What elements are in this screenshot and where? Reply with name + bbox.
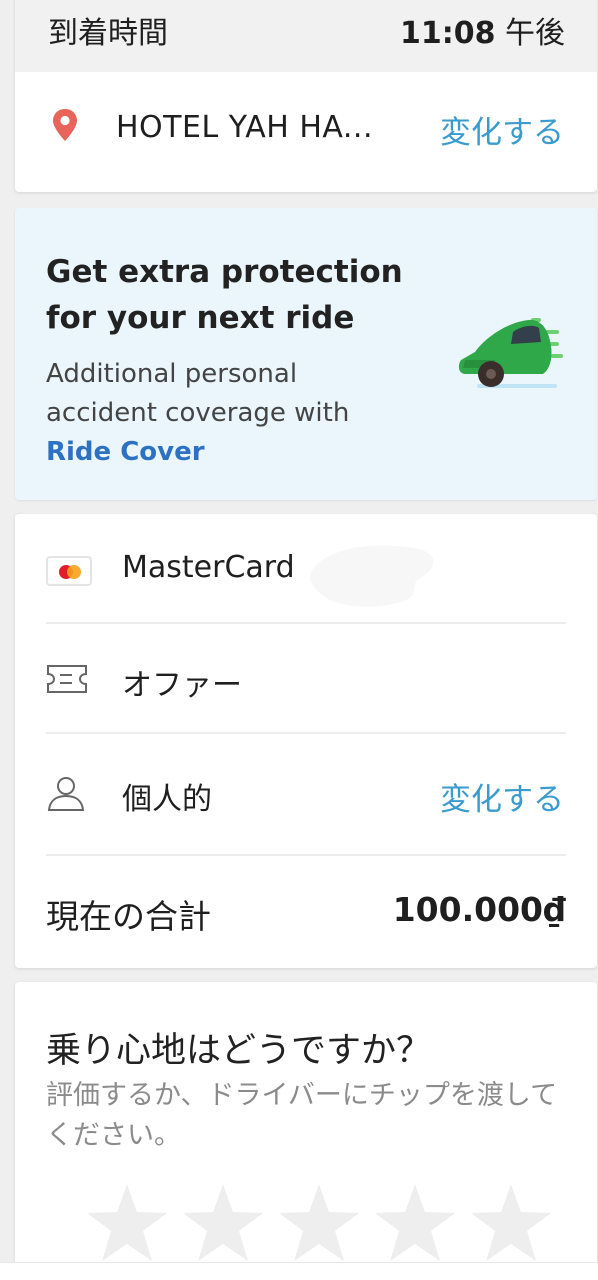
promo-title: Get extra protection for your next ride — [46, 254, 403, 336]
change-profile-button[interactable]: 変化する — [440, 774, 564, 819]
promo-description-text: Additional personal accident coverage wi… — [46, 359, 350, 428]
arrival-time-clock: 11:08 — [399, 16, 496, 51]
star-icon[interactable] — [373, 1182, 457, 1266]
arrival-time-value: 11:08 午後 — [400, 8, 565, 52]
offer-label[interactable]: オファー — [122, 660, 242, 704]
person-icon — [47, 777, 85, 811]
rating-card: 乗り心地はどうですか？ 評価するか、ドライバーにチップを渡してください。 — [15, 982, 597, 1280]
arrival-time-period: 午後 — [505, 16, 565, 51]
current-total-label: 現在の合計 — [46, 897, 211, 936]
star-icon[interactable] — [469, 1182, 553, 1266]
destination-name: HOTEL YAH HA... — [116, 110, 373, 145]
star-icon[interactable] — [277, 1182, 361, 1266]
rating-subtitle: 評価するか、ドライバーにチップを渡してください。 — [46, 1080, 558, 1151]
promo-description: Additional personal accident coverage wi… — [46, 355, 406, 472]
mastercard-icon — [46, 556, 92, 586]
trip-summary-card: 到着時間 11:08 午後 HOTEL YAH HA... 変化する — [15, 0, 597, 192]
ticket-icon — [47, 665, 87, 693]
divider — [46, 622, 566, 624]
location-pin-icon — [53, 109, 77, 141]
star-icon[interactable] — [85, 1182, 169, 1266]
current-total-value: 100.000₫ — [392, 890, 566, 929]
arrival-time-label: 到着時間 — [48, 16, 168, 51]
divider — [46, 732, 566, 734]
star-icon[interactable] — [181, 1182, 265, 1266]
bottom-navigation-bar — [0, 1262, 598, 1280]
arrival-time-row: 到着時間 11:08 午後 — [15, 0, 597, 72]
rating-title: 乗り心地はどうですか？ — [46, 1031, 432, 1071]
ride-cover-link[interactable]: Ride Cover — [46, 437, 205, 467]
divider — [46, 854, 566, 856]
ride-cover-promo-card[interactable]: Get extra protection for your next ride … — [15, 208, 597, 500]
redaction-smudge — [310, 545, 434, 607]
green-car-illustration — [458, 318, 563, 388]
payment-method-label[interactable]: MasterCard — [122, 550, 295, 585]
payment-card: MasterCard オファー 個人的 変化する 現在の合計 100.000₫ — [15, 514, 597, 968]
profile-label: 個人的 — [122, 782, 212, 817]
change-destination-button[interactable]: 変化する — [440, 107, 564, 152]
